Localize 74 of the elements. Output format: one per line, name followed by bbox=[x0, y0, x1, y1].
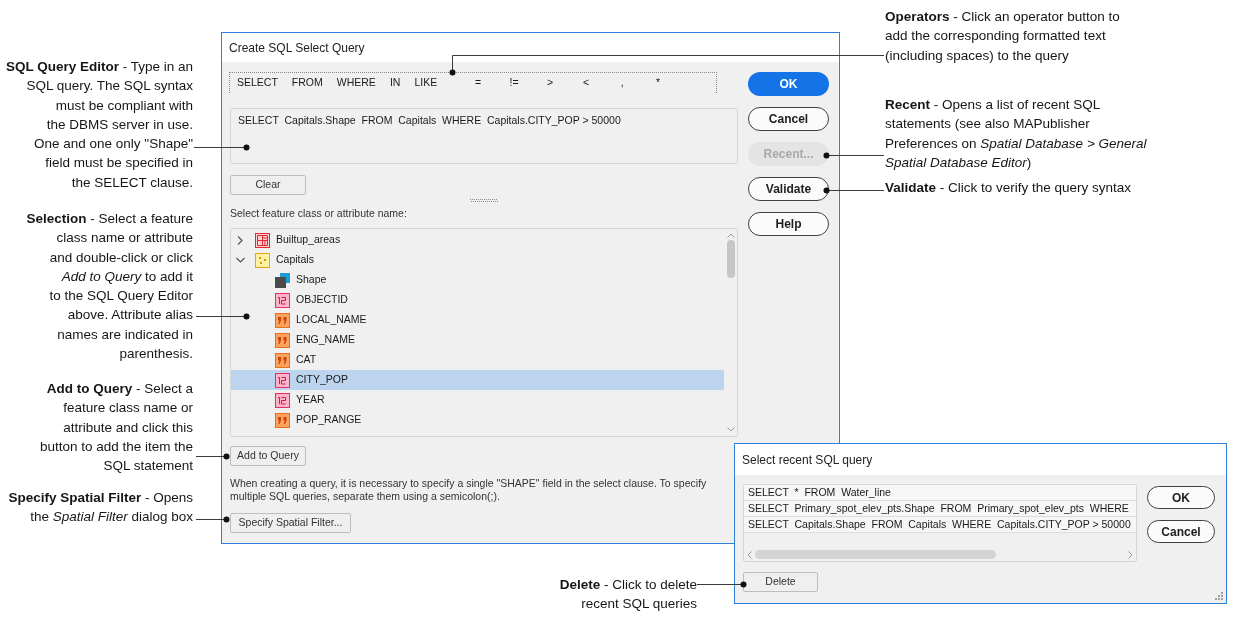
number-icon bbox=[275, 292, 290, 308]
callout-text: Selection - Select a feature class name or attribute and double-click or click Add to Query to add it to the SQL Query Editor above. Attribute alias names are indicated in parenthesis. bbox=[25, 210, 193, 364]
operator-button[interactable]: < bbox=[568, 73, 605, 93]
stacked-squares-icon bbox=[275, 272, 290, 288]
dialog-title: Select recent SQL query bbox=[742, 451, 873, 469]
callout-text: SQL Query Editor - Type in an SQL query. The SQL syntax must be compliant with the DBMS server in use. One and one only "Shape" field must be specified in the SELECT clause. bbox=[4, 58, 193, 192]
dialog-button[interactable]: OK bbox=[748, 72, 829, 96]
hint-text: When creating a query, it is necessary to specify a single "SHAPE" field in the select clause. To specify multiple SQL queries, separate them using a semicolon(;). bbox=[230, 477, 708, 503]
dialog-button[interactable]: OK bbox=[1147, 486, 1215, 509]
delete-button[interactable]: Delete bbox=[743, 572, 818, 592]
quote-icon bbox=[275, 412, 290, 428]
scroll-left-icon[interactable] bbox=[747, 550, 752, 559]
leader-line bbox=[196, 516, 230, 523]
list-label: Select feature class or attribute name: bbox=[230, 207, 408, 220]
tree-item[interactable]: POP_RANGE bbox=[231, 410, 724, 430]
operator-button[interactable]: , bbox=[604, 73, 641, 93]
callout-text: Specify Spatial Filter - Opens the Spatial Filter dialog box bbox=[7, 489, 193, 527]
leader-line bbox=[194, 144, 250, 151]
leader-line bbox=[823, 152, 884, 159]
callout-text: Add to Query - Select a feature class name or attribute and click this button to add the item the SQL statement bbox=[38, 380, 193, 476]
callout-text: Operators - Click an operator button to add the corresponding formatted text (including spaces) to the query bbox=[885, 8, 1121, 65]
tree-item[interactable]: OBJECTID bbox=[231, 290, 724, 310]
chevron-right-icon[interactable] bbox=[237, 235, 243, 245]
scroll-down-icon[interactable] bbox=[726, 427, 735, 432]
tree-item[interactable]: Builtup_areas bbox=[231, 230, 724, 250]
tree-item[interactable]: CITY_POP bbox=[231, 370, 724, 390]
leader-line bbox=[196, 453, 230, 460]
scroll-up-icon[interactable] bbox=[726, 233, 735, 238]
quote-icon bbox=[275, 352, 290, 368]
scrollbar-thumb[interactable] bbox=[755, 550, 996, 559]
quote-icon bbox=[275, 332, 290, 348]
tree-item[interactable]: Shape bbox=[231, 270, 724, 290]
callout-text: Delete - Click to delete recent SQL queries bbox=[558, 576, 697, 614]
resize-grip-icon[interactable] bbox=[1215, 592, 1223, 600]
add-to-query-button[interactable]: Add to Query bbox=[230, 446, 306, 466]
operator-button[interactable]: FROM bbox=[284, 73, 330, 93]
grid-icon bbox=[255, 232, 270, 248]
tree-item[interactable]: CAT bbox=[231, 350, 724, 370]
spatial-filter-button[interactable]: Specify Spatial Filter... bbox=[230, 513, 351, 533]
tree-item[interactable]: Capitals bbox=[231, 250, 724, 270]
operator-button[interactable]: IN bbox=[382, 73, 408, 93]
tree-item[interactable]: ENG_NAME bbox=[231, 330, 724, 350]
operator-button[interactable]: WHERE bbox=[329, 73, 383, 93]
number-icon bbox=[275, 372, 290, 388]
dialog-button[interactable]: Cancel bbox=[1147, 520, 1215, 543]
scroll-right-icon[interactable] bbox=[1128, 550, 1133, 559]
quote-icon bbox=[275, 312, 290, 328]
dialog-title: Create SQL Select Query bbox=[229, 39, 365, 57]
dialog-button[interactable]: Cancel bbox=[748, 107, 829, 131]
operator-button[interactable]: != bbox=[496, 73, 533, 93]
operator-button[interactable]: = bbox=[460, 73, 497, 93]
leader-line bbox=[823, 187, 884, 194]
operator-button[interactable]: LIKE bbox=[407, 73, 445, 93]
query-row[interactable]: SELECT Primary_spot_elev_pts.Shape FROM Primary_spot_elev_pts WHERE bbox=[744, 501, 1136, 517]
sql-editor[interactable]: SELECT Capitals.Shape FROM Capitals WHERE Capitals.CITY_POP > 50000 bbox=[230, 108, 738, 164]
query-row[interactable]: SELECT Capitals.Shape FROM Capitals WHERE Capitals.CITY_POP > 50000 bbox=[744, 517, 1136, 533]
operator-button[interactable]: SELECT bbox=[230, 73, 285, 93]
callout-text: Validate - Click to verify the query syntax bbox=[885, 179, 1133, 197]
tree-item[interactable]: LOCAL_NAME bbox=[231, 310, 724, 330]
dots-icon bbox=[255, 252, 270, 268]
leader-line bbox=[196, 313, 250, 320]
number-icon bbox=[275, 392, 290, 408]
operator-button[interactable]: > bbox=[532, 73, 569, 93]
chevron-down-icon[interactable] bbox=[235, 257, 245, 263]
splitter-grip-icon[interactable] bbox=[469, 199, 498, 202]
tree-item[interactable]: YEAR bbox=[231, 390, 724, 410]
leader-line bbox=[697, 581, 747, 588]
scrollbar-thumb[interactable] bbox=[726, 240, 735, 278]
query-row[interactable]: SELECT * FROM Water_line bbox=[744, 485, 1136, 501]
clear-button[interactable]: Clear bbox=[230, 175, 306, 195]
operator-button[interactable]: * bbox=[640, 73, 677, 93]
dialog-button[interactable]: Help bbox=[748, 212, 829, 236]
callout-text: Recent - Opens a list of recent SQL statements (see also MAPublisher Preferences on Spatial Database > General Spatial Database Editor) bbox=[885, 96, 1148, 172]
dialog-button[interactable]: Validate bbox=[748, 177, 829, 201]
